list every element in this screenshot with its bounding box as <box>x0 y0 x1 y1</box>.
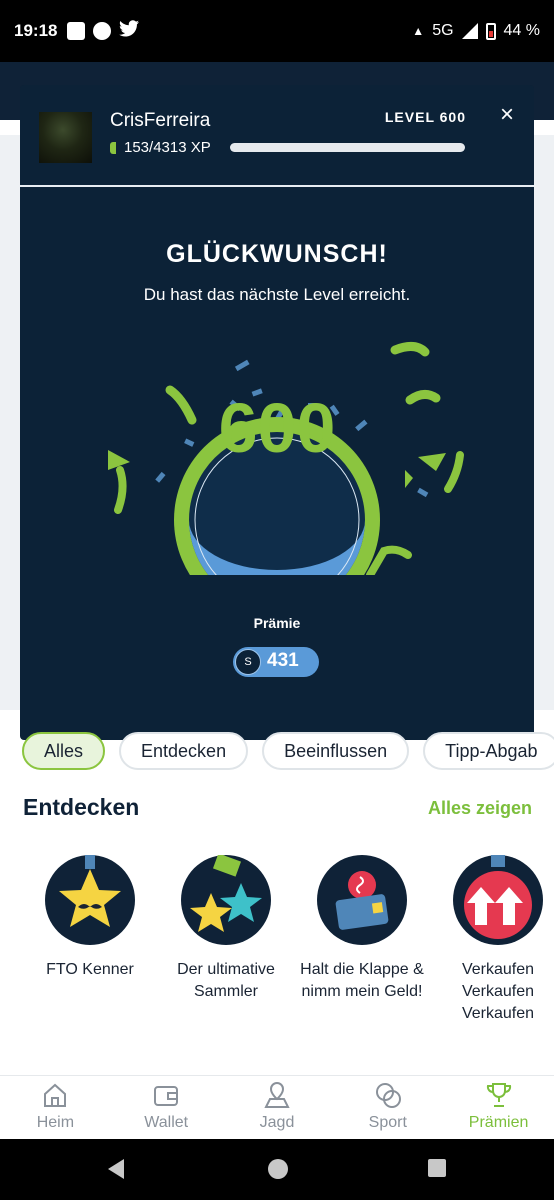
status-bar: 19:18 ▲ 5G 44 % <box>0 0 554 62</box>
nav-wallet[interactable]: Wallet <box>111 1076 222 1139</box>
achievement-label: Halt die Klappe & nimm mein Geld! <box>300 961 424 1000</box>
username: CrisFerreira <box>110 110 211 131</box>
home-button-icon[interactable] <box>268 1159 288 1179</box>
notification-icon <box>93 22 112 40</box>
star-mustache-medal-icon <box>45 855 135 945</box>
nav-label: Jagd <box>259 1114 295 1131</box>
filter-chips: Alles Entdecken Beeinflussen Tipp-Abgab <box>22 732 554 770</box>
bluetooth-icon: ▲ <box>412 24 425 38</box>
back-icon[interactable] <box>108 1159 124 1179</box>
chip-entdecken[interactable]: Entdecken <box>119 732 249 770</box>
achievement-label: Verkaufen Verkaufen Verkaufen <box>461 961 535 1022</box>
achievement-card[interactable]: FTO Kenner <box>22 845 158 1060</box>
notification-icon <box>67 22 86 40</box>
nav-label: Sport <box>368 1114 407 1131</box>
achievement-list: FTO Kenner Der ultimative Sammler Halt d… <box>22 845 543 1060</box>
nav-home[interactable]: Heim <box>0 1076 111 1139</box>
reward-value: 431 <box>267 650 299 671</box>
battery-label: 44 % <box>503 22 540 39</box>
nav-label: Heim <box>36 1114 75 1131</box>
twitter-icon <box>119 20 140 42</box>
reward-label: Prämie <box>253 615 301 631</box>
achievement-card[interactable]: Der ultimative Sammler <box>158 845 294 1060</box>
recents-icon[interactable] <box>428 1159 446 1177</box>
xp-row: 153/4313 XP <box>110 139 211 156</box>
level-up-modal: CrisFerreira 153/4313 XP LEVEL 600 × GLÜ… <box>20 85 534 740</box>
section-title: Entdecken <box>23 794 140 820</box>
level-label: LEVEL 600 <box>384 109 466 125</box>
achievement-label: Der ultimative Sammler <box>177 961 275 1000</box>
chip-beeinflussen[interactable]: Beeinflussen <box>262 732 410 770</box>
trophy-icon <box>486 1083 511 1107</box>
nav-label: Wallet <box>144 1114 189 1131</box>
show-all-link[interactable]: Alles zeigen <box>428 798 532 819</box>
close-icon[interactable]: × <box>500 101 514 129</box>
status-time: 19:18 <box>14 21 58 40</box>
modal-header: CrisFerreira 153/4313 XP LEVEL 600 × <box>20 85 534 187</box>
home-icon <box>44 1083 67 1107</box>
map-pin-icon <box>264 1081 290 1108</box>
xp-label: 153/4313 XP <box>124 139 211 156</box>
xp-progress-fill <box>110 141 116 154</box>
reward-pill: S 431 <box>233 647 319 677</box>
network-label: 5G <box>432 22 454 39</box>
wallet-icon <box>154 1086 179 1106</box>
signal-icon <box>461 23 478 39</box>
xp-progress-bar <box>230 143 465 152</box>
achievement-label: FTO Kenner <box>46 961 134 978</box>
battery-icon <box>485 22 496 40</box>
achievement-card[interactable]: Halt die Klappe & nimm mein Geld! <box>294 845 430 1060</box>
two-stars-medal-icon <box>181 853 271 945</box>
avatar <box>39 112 92 163</box>
bottom-nav: Heim Wallet Jagd Sport Prämien <box>0 1075 554 1139</box>
nav-praemien[interactable]: Prämien <box>443 1076 554 1139</box>
arrows-medal-icon <box>453 855 543 945</box>
nav-sport[interactable]: Sport <box>332 1076 443 1139</box>
chip-tipp-abgabe[interactable]: Tipp-Abgab <box>423 732 554 770</box>
system-nav-bar <box>0 1139 554 1200</box>
ball-icon <box>375 1083 401 1108</box>
level-number: 600 <box>218 389 336 467</box>
nav-label: Prämien <box>468 1114 529 1131</box>
nav-jagd[interactable]: Jagd <box>222 1076 333 1139</box>
chip-alles[interactable]: Alles <box>22 732 106 770</box>
coin-icon: S <box>235 649 261 675</box>
wallet-medal-icon <box>317 855 407 945</box>
achievement-card[interactable]: Verkaufen Verkaufen Verkaufen <box>430 845 554 1060</box>
